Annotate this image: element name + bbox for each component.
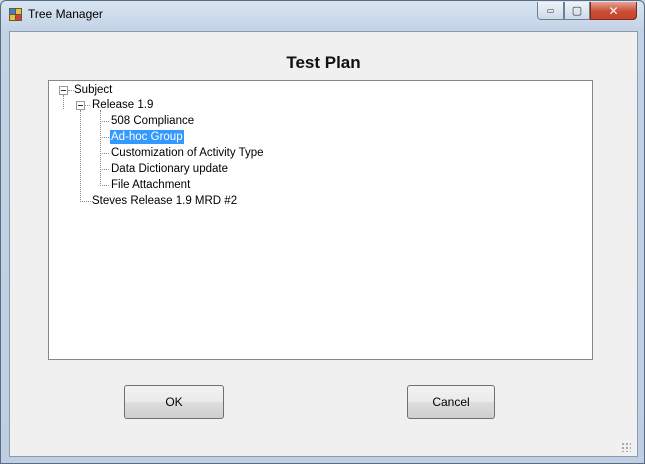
collapse-subject-icon[interactable] xyxy=(59,86,68,95)
tree-connector xyxy=(100,137,109,138)
maximize-icon: ▢ xyxy=(571,4,583,17)
tree-app-icon xyxy=(9,8,22,21)
minimize-icon: ▭ xyxy=(546,6,555,15)
tree-node-subject[interactable]: Subject xyxy=(73,83,113,97)
title-bar[interactable]: Tree Manager ▭ ▢ ✕ xyxy=(1,1,644,27)
tree-node-508-compliance[interactable]: 508 Compliance xyxy=(110,114,195,128)
dialog-client-area: Test Plan Subject Release 1.9 508 Compli… xyxy=(9,31,638,457)
tree-view[interactable]: Subject Release 1.9 508 Compliance Ad-ho… xyxy=(48,80,593,360)
minimize-button[interactable]: ▭ xyxy=(537,2,564,20)
tree-manager-window: Tree Manager ▭ ▢ ✕ Test Plan Subject Rel… xyxy=(0,0,645,464)
ok-button[interactable]: OK xyxy=(124,385,224,419)
resize-grip[interactable] xyxy=(621,442,631,452)
tree-connector xyxy=(100,185,109,186)
tree-node-data-dictionary[interactable]: Data Dictionary update xyxy=(110,162,229,176)
collapse-release-icon[interactable] xyxy=(76,101,85,110)
tree-connector xyxy=(80,110,81,202)
tree-connector xyxy=(100,153,109,154)
tree-node-customization[interactable]: Customization of Activity Type xyxy=(110,146,265,160)
window-title: Tree Manager xyxy=(28,7,103,21)
page-title: Test Plan xyxy=(286,53,361,72)
tree-connector xyxy=(100,121,109,122)
tree-node-file-attachment[interactable]: File Attachment xyxy=(110,178,191,192)
tree-node-adhoc-group[interactable]: Ad-hoc Group xyxy=(110,130,184,144)
close-button[interactable]: ✕ xyxy=(590,2,637,20)
cancel-button[interactable]: Cancel xyxy=(407,385,495,419)
tree-node-release[interactable]: Release 1.9 xyxy=(91,98,154,112)
maximize-button[interactable]: ▢ xyxy=(564,2,590,20)
tree-node-steves-release[interactable]: Steves Release 1.9 MRD #2 xyxy=(91,194,238,208)
tree-connector xyxy=(63,95,64,109)
close-icon: ✕ xyxy=(608,3,619,18)
tree-connector xyxy=(100,169,109,170)
